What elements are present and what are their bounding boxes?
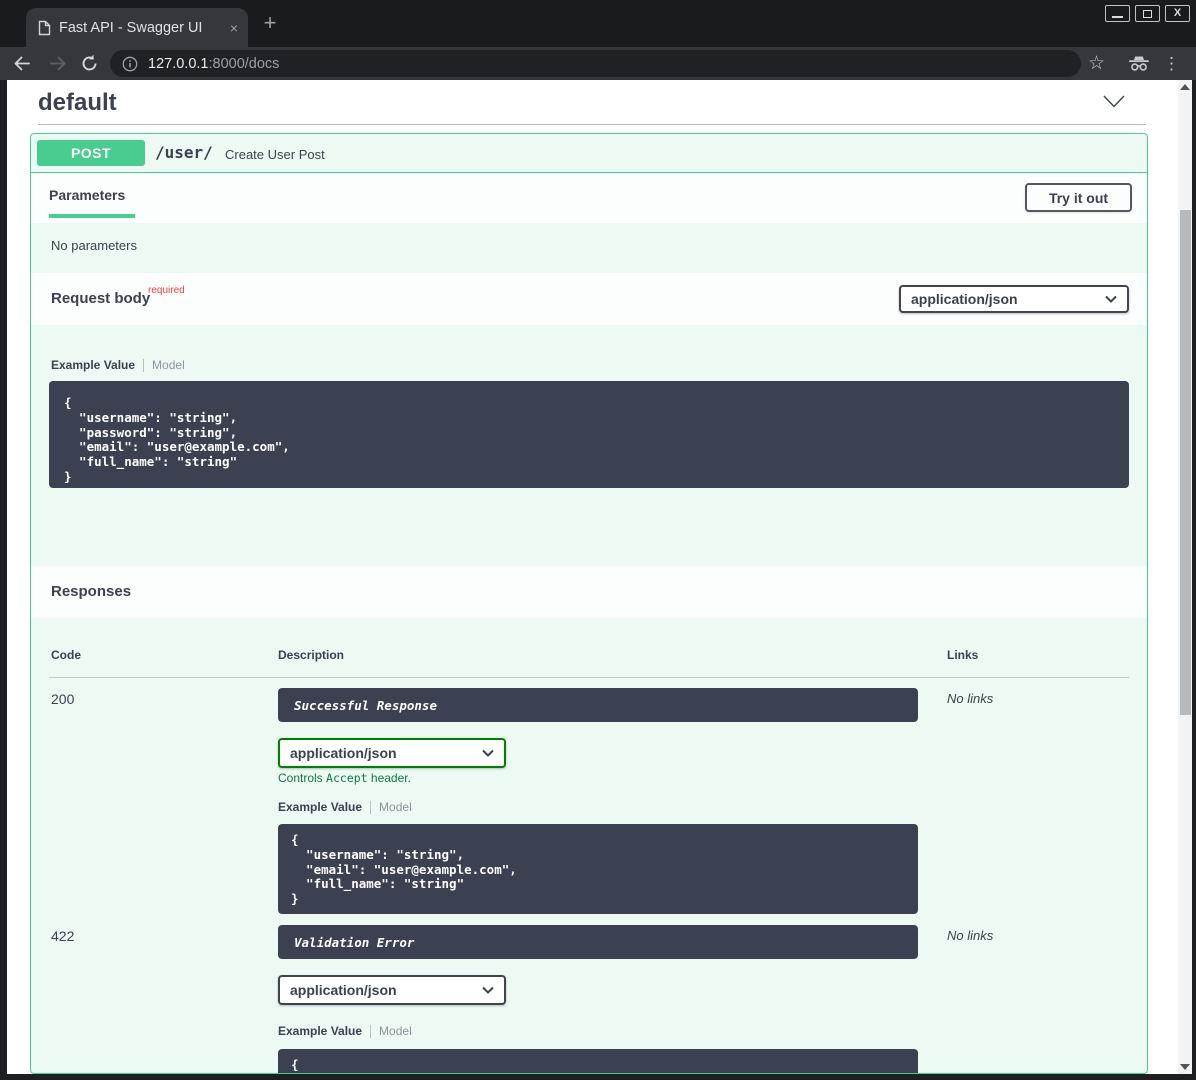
response-422-example-json: { "detail": [ (278, 1049, 918, 1074)
controls-accept-note: Controls Accept header. (278, 771, 411, 785)
parameters-title: Parameters (49, 187, 125, 203)
request-example-tabs: Example Value Model (51, 358, 185, 372)
required-label: required (148, 285, 185, 296)
url-host: 127.0.0.1 (148, 56, 208, 72)
column-header-code: Code (51, 648, 81, 662)
http-method-badge: POST (37, 140, 145, 166)
request-body-title: Request body (51, 290, 150, 307)
browser-titlebar: Fast API - Swagger UI × + X (0, 0, 1196, 47)
reload-button[interactable] (80, 54, 99, 73)
responses-header: Responses (31, 566, 1147, 618)
response-422-example-tabs: Example Value Model (278, 1024, 412, 1038)
incognito-icon (1127, 55, 1151, 72)
tab-example-value[interactable]: Example Value (278, 1024, 362, 1038)
column-header-links: Links (947, 648, 978, 662)
browser-menu-icon[interactable]: ⋮ (1163, 51, 1177, 76)
response-200-example-tabs: Example Value Model (278, 800, 412, 814)
response-description-422: Validation Error (278, 925, 918, 959)
opblock-summary[interactable]: POST /user/ Create User Post (31, 134, 1147, 173)
response-content-type-value-200: application/json (290, 745, 397, 761)
response-links-422: No links (947, 928, 993, 943)
tab-model[interactable]: Model (379, 800, 412, 814)
response-code-422: 422 (51, 928, 74, 944)
no-parameters-text: No parameters (51, 238, 137, 253)
site-info-icon[interactable] (122, 56, 138, 72)
tab-example-value[interactable]: Example Value (51, 358, 135, 372)
swagger-page: default POST /user/ Create User Post Par… (7, 80, 1178, 1074)
bookmark-star-icon[interactable]: ☆ (1088, 51, 1105, 76)
scroll-down-arrow-icon[interactable] (1180, 1064, 1190, 1070)
page-favicon-icon (38, 20, 51, 36)
responses-title: Responses (51, 583, 131, 600)
chevron-down-icon (482, 749, 494, 757)
api-section-title[interactable]: default (38, 89, 117, 117)
response-links-200: No links (947, 691, 993, 706)
endpoint-path: /user/ (155, 143, 213, 162)
minimize-button[interactable] (1105, 5, 1130, 22)
table-divider (49, 677, 1129, 678)
accept-note-suffix: header. (368, 771, 411, 785)
close-icon: X (1174, 8, 1181, 19)
tab-separator (143, 359, 144, 372)
tab-separator (370, 801, 371, 814)
address-bar[interactable]: 127.0.0.1:8000/docs (110, 50, 1081, 77)
parameters-active-underline (49, 214, 135, 218)
tab-title: Fast API - Swagger UI (59, 20, 222, 36)
accept-note-prefix: Controls (278, 771, 326, 785)
section-divider (38, 124, 1146, 125)
endpoint-summary: Create User Post (225, 147, 325, 162)
window-controls: X (1105, 5, 1190, 22)
response-content-type-select-422[interactable]: application/json (278, 975, 506, 1005)
request-content-type-value: application/json (911, 291, 1018, 307)
response-description-200: Successful Response (278, 688, 918, 722)
url-path: :8000/docs (208, 56, 279, 72)
maximize-icon (1143, 10, 1152, 18)
response-content-type-select-200[interactable]: application/json (278, 738, 506, 768)
collapse-section-chevron-icon[interactable] (1103, 95, 1125, 108)
scrollbar-thumb[interactable] (1180, 210, 1191, 715)
response-code-200: 200 (51, 691, 74, 707)
chevron-down-icon (1105, 295, 1117, 303)
tab-example-value[interactable]: Example Value (278, 800, 362, 814)
accept-note-code: Accept (326, 771, 368, 785)
browser-toolbar: 127.0.0.1:8000/docs ☆ ⋮ (0, 47, 1196, 80)
request-example-json: { "username": "string", "password": "str… (49, 381, 1129, 488)
back-button[interactable] (12, 54, 31, 73)
close-button[interactable]: X (1165, 5, 1190, 22)
tab-separator (370, 1025, 371, 1038)
url-text: 127.0.0.1:8000/docs (148, 56, 279, 72)
try-it-out-button[interactable]: Try it out (1025, 183, 1132, 212)
response-200-example-json: { "username": "string", "email": "user@e… (278, 824, 918, 914)
minimize-icon (1112, 16, 1123, 18)
parameters-header: Parameters Try it out (31, 173, 1147, 223)
new-tab-button[interactable]: + (258, 12, 282, 36)
request-content-type-select[interactable]: application/json (899, 285, 1129, 313)
tab-model[interactable]: Model (379, 1024, 412, 1038)
maximize-button[interactable] (1135, 5, 1160, 22)
forward-button[interactable] (49, 54, 68, 73)
scroll-up-arrow-icon[interactable] (1180, 84, 1190, 90)
response-content-type-value-422: application/json (290, 982, 397, 998)
post-user-opblock: POST /user/ Create User Post Parameters … (30, 133, 1148, 1074)
tab-close-icon[interactable]: × (230, 20, 238, 36)
chevron-down-icon (482, 986, 494, 994)
page-scrollbar[interactable] (1178, 80, 1192, 1074)
browser-tab[interactable]: Fast API - Swagger UI × (26, 8, 248, 47)
tab-model[interactable]: Model (152, 358, 185, 372)
column-header-description: Description (278, 648, 344, 662)
request-body-header: Request body required application/json (31, 273, 1147, 325)
